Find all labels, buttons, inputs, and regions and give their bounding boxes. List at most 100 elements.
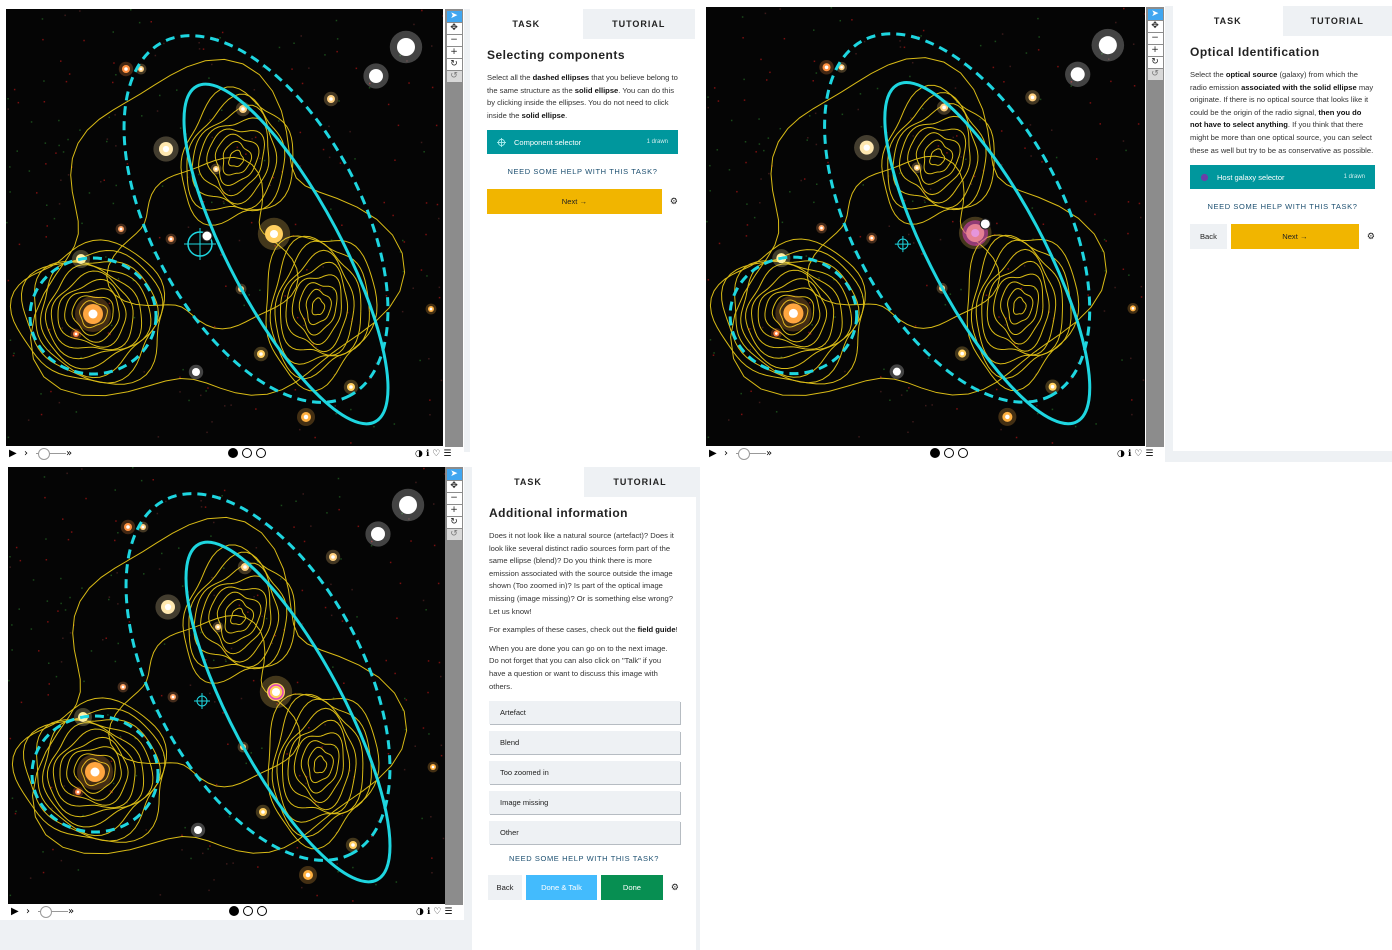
frame-dot[interactable] [256,448,266,458]
move-icon[interactable]: ✥ [446,481,462,492]
frame-dot[interactable] [958,448,968,458]
invert-icon[interactable]: ◑ [415,447,423,461]
back-button[interactable]: Back [1190,224,1227,250]
crosshair-icon [497,137,506,147]
step-icon[interactable]: › [24,447,28,461]
zoom-in-icon[interactable]: + [1147,45,1163,56]
subject-controls: ▶ › » ◑ ℹ ♡ ☰ [706,447,1164,461]
reset-icon[interactable]: ↺ [446,71,462,82]
favorite-icon[interactable]: ♡ [432,447,440,461]
help-link[interactable]: NEED SOME HELP WITH THIS TASK? [472,854,696,863]
pointer-icon[interactable]: ➤ [446,11,462,22]
option-artefact[interactable]: Artefact [489,701,680,725]
move-icon[interactable]: ✥ [446,23,462,34]
selector-label: Host galaxy selector [1217,172,1285,182]
meta-icons: ◑ ℹ ♡ ☰ [416,905,452,919]
info-icon[interactable]: ℹ [1128,447,1131,461]
frame-dot[interactable] [257,906,267,916]
task-title: Optical Identification [1190,45,1320,59]
slider-knob[interactable] [738,448,750,460]
frame-dot[interactable] [228,448,238,458]
zoom-in-icon[interactable]: + [446,505,462,516]
help-link[interactable]: NEED SOME HELP WITH THIS TASK? [1173,202,1392,211]
favorite-icon[interactable]: ♡ [433,905,441,919]
zoom-out-icon[interactable]: − [1147,33,1163,44]
reset-icon[interactable]: ↺ [1147,69,1163,80]
tab-task[interactable]: TASK [470,9,583,39]
info-icon[interactable]: ℹ [427,905,430,919]
fast-forward-icon[interactable]: » [766,447,772,461]
next-button[interactable]: Next → [1230,224,1359,250]
subject-image[interactable] [706,7,1145,446]
task-tabs: TASK TUTORIAL [1173,6,1392,36]
selector-count: 1 drawn [1343,174,1365,181]
task-title: Additional information [489,506,628,520]
frame-dot[interactable] [243,906,253,916]
favorite-icon[interactable]: ♡ [1134,447,1142,461]
task-sidebar-3: TASK TUTORIAL Additional information Doe… [472,467,696,950]
subject-image[interactable] [6,9,443,446]
frame-dot[interactable] [944,448,954,458]
task-instructions: Select the optical source (galaxy) from … [1190,70,1374,155]
dot-icon [1200,173,1209,181]
frame-dot[interactable] [242,448,252,458]
subject-controls: ▶ › » ◑ ℹ ♡ ☰ [6,447,463,461]
rotate-icon[interactable]: ↻ [446,517,462,528]
zoom-out-icon[interactable]: − [446,493,462,504]
gear-icon[interactable]: ⚙ [671,882,679,893]
task-sidebar-1: TASK TUTORIAL Selecting components Selec… [470,9,695,452]
reset-icon[interactable]: ↺ [446,529,462,540]
subject-controls: ▶ › » ◑ ℹ ♡ ☰ [8,905,463,919]
option-other[interactable]: Other [489,821,680,845]
tab-tutorial[interactable]: TUTORIAL [584,467,696,497]
selector-count: 1 drawn [646,139,668,146]
selector-label: Component selector [514,137,582,147]
fast-forward-icon[interactable]: » [68,905,74,919]
pointer-icon[interactable]: ➤ [446,469,462,480]
frame-dot[interactable] [930,448,940,458]
option-too-zoomed-in[interactable]: Too zoomed in [489,761,680,785]
collections-icon[interactable]: ☰ [443,447,451,461]
frame-dot[interactable] [229,906,239,916]
move-icon[interactable]: ✥ [1147,21,1163,32]
collections-icon[interactable]: ☰ [1145,447,1153,461]
next-button[interactable]: Next → [487,189,662,215]
frame-dots [930,448,968,458]
tab-task[interactable]: TASK [472,467,584,497]
help-link[interactable]: NEED SOME HELP WITH THIS TASK? [470,167,695,176]
invert-icon[interactable]: ◑ [416,905,424,919]
rotate-icon[interactable]: ↻ [446,59,462,70]
collections-icon[interactable]: ☰ [444,905,452,919]
info-icon[interactable]: ℹ [426,447,429,461]
pointer-icon[interactable]: ➤ [1147,9,1163,20]
tab-tutorial[interactable]: TUTORIAL [582,9,695,39]
done-button[interactable]: Done [600,875,663,901]
slider-knob[interactable] [38,448,50,460]
subject-image[interactable] [8,467,445,904]
image-toolbar: ➤ ✥ − + ↻ ↺ [445,467,463,906]
zoom-out-icon[interactable]: − [446,35,462,46]
invert-icon[interactable]: ◑ [1117,447,1125,461]
gear-icon[interactable]: ⚙ [1367,231,1375,242]
play-icon[interactable]: ▶ [11,905,19,919]
slider-knob[interactable] [40,906,52,918]
step-icon[interactable]: › [26,905,30,919]
play-icon[interactable]: ▶ [709,447,717,461]
back-button[interactable]: Back [488,875,522,901]
task-tabs: TASK TUTORIAL [472,467,696,497]
task-instructions: Select all the dashed ellipses that you … [487,73,678,120]
done-and-talk-button[interactable]: Done & Talk [525,875,597,901]
tab-tutorial[interactable]: TUTORIAL [1282,6,1392,36]
step-icon[interactable]: › [724,447,728,461]
task-instructions: Does it not look like a natural source (… [489,531,674,616]
zoom-in-icon[interactable]: + [446,47,462,58]
option-blend[interactable]: Blend [489,731,680,755]
option-image-missing[interactable]: Image missing [489,791,680,815]
rotate-icon[interactable]: ↻ [1147,57,1163,68]
host-galaxy-selector[interactable]: Host galaxy selector 1 drawn [1190,165,1375,190]
fast-forward-icon[interactable]: » [66,447,72,461]
gear-icon[interactable]: ⚙ [670,196,678,207]
component-selector[interactable]: Component selector 1 drawn [487,130,678,155]
play-icon[interactable]: ▶ [9,447,17,461]
tab-task[interactable]: TASK [1173,6,1283,36]
